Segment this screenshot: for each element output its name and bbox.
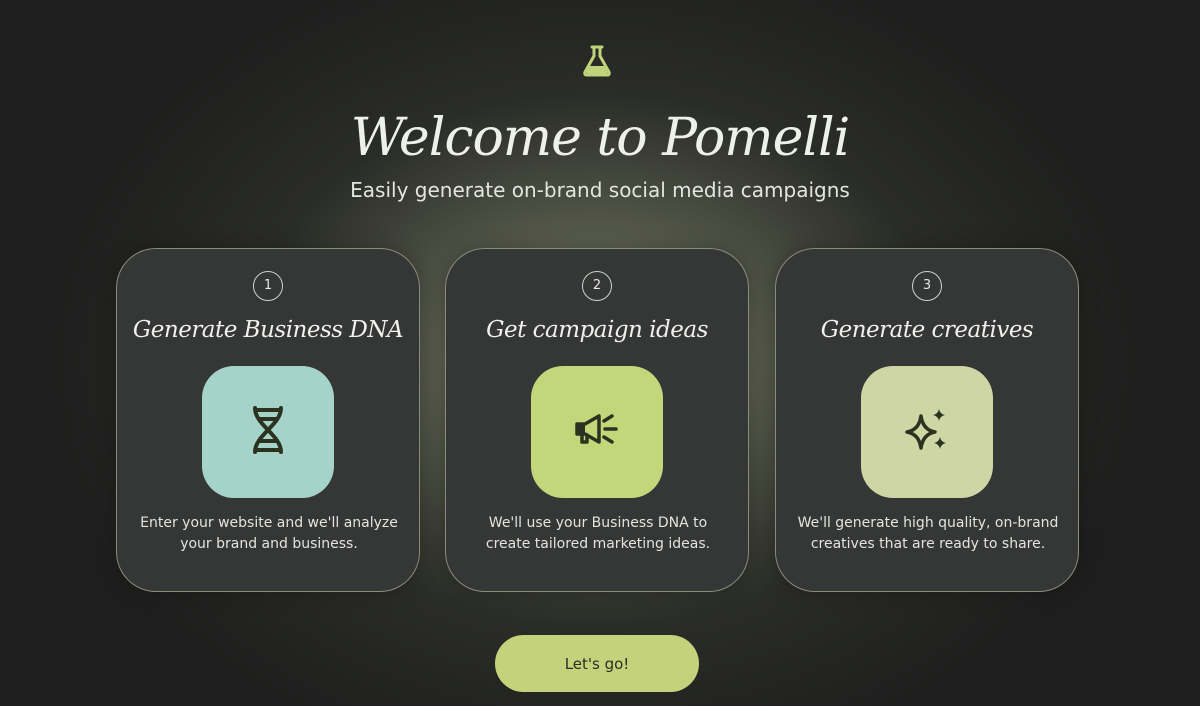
step-number-badge: 2 (582, 271, 612, 301)
step-card-generate-business-dna: 1 Generate Business DNA Enter your websi… (116, 248, 420, 592)
step-description: We'll generate high quality, on-brand cr… (797, 515, 1059, 552)
step-icon-tile (861, 366, 993, 498)
page-title: Welcome to Pomelli (350, 108, 851, 168)
step-description: We'll use your Business DNA to create ta… (485, 515, 711, 552)
step-description: Enter your website and we'll analyze you… (140, 515, 398, 552)
page-subtitle: Easily generate on-brand social media ca… (350, 178, 850, 202)
step-number-badge: 1 (253, 271, 283, 301)
megaphone-icon (574, 412, 620, 452)
step-title: Generate creatives (820, 317, 1034, 343)
step-card-generate-creatives: 3 Generate creatives We'll generate high… (775, 248, 1079, 592)
flask-icon (582, 45, 612, 77)
step-icon-tile (202, 366, 334, 498)
step-number-badge: 3 (912, 271, 942, 301)
step-icon-tile (531, 366, 663, 498)
lets-go-button[interactable]: Let's go! (495, 635, 699, 692)
dna-icon (250, 405, 286, 459)
step-title: Get campaign ideas (486, 317, 708, 343)
step-card-get-campaign-ideas: 2 Get campaign ideas We'll use your Busi… (445, 248, 749, 592)
sparkles-icon (903, 406, 951, 458)
step-title: Generate Business DNA (132, 317, 404, 343)
